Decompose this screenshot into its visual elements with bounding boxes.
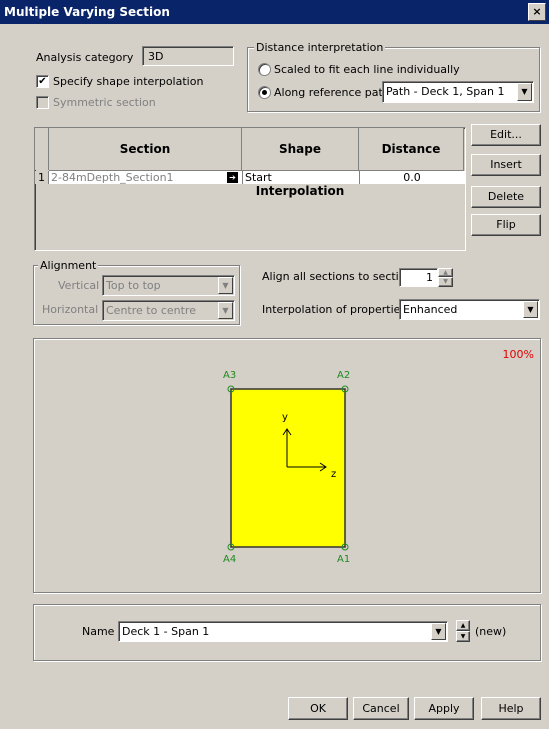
grid-corner: [35, 128, 49, 170]
horizontal-label: Horizontal: [42, 303, 99, 316]
chevron-down-icon[interactable]: ▼: [523, 301, 538, 318]
name-label: Name: [82, 625, 115, 638]
shape-interpolation-label: Specify shape interpolation: [53, 75, 204, 88]
delete-button[interactable]: Delete: [471, 186, 541, 208]
help-button[interactable]: Help: [481, 697, 541, 720]
shape-interpolation-checkbox[interactable]: ✔: [36, 75, 49, 88]
distance-header[interactable]: Distance: [359, 128, 464, 171]
distance-interpretation-title: Distance interpretation: [254, 41, 386, 54]
align-all-label: Align all sections to section: [262, 270, 413, 283]
col-divider: [242, 171, 243, 184]
label-a4: A4: [223, 554, 237, 565]
chevron-down-icon[interactable]: ▼: [431, 623, 446, 640]
table-row[interactable]: 1 2-84mDepth_Section1 ➔ Start 0.0: [35, 171, 465, 184]
spin-down-icon[interactable]: ▼: [438, 277, 453, 287]
section-picker-icon[interactable]: ➔: [227, 172, 238, 183]
label-a1: A1: [337, 554, 351, 565]
close-icon[interactable]: ×: [528, 3, 546, 21]
row-interp[interactable]: Start: [245, 171, 272, 184]
title-bar: Multiple Varying Section ×: [0, 0, 549, 24]
section-preview: [227, 385, 349, 551]
along-path-label: Along reference path: [274, 86, 390, 99]
row-distance[interactable]: 0.0: [360, 171, 464, 184]
preview-panel: 100% A3 A2 A4 A1 y z: [33, 338, 541, 593]
interp-props-dropdown[interactable]: Enhanced ▼: [399, 299, 540, 320]
apply-button[interactable]: Apply: [414, 697, 474, 720]
chevron-down-icon[interactable]: ▼: [218, 302, 233, 319]
label-a2: A2: [337, 370, 351, 381]
name-spinner[interactable]: ▲ ▼: [456, 620, 470, 642]
vertical-label: Vertical: [58, 279, 100, 292]
axis-y-label: y: [282, 412, 288, 423]
section-shape: [230, 388, 346, 548]
align-all-spinner[interactable]: ▲ ▼: [438, 268, 453, 287]
row-section[interactable]: 2-84mDepth_Section1: [51, 171, 174, 184]
spin-up-icon[interactable]: ▲: [438, 268, 453, 277]
scaled-radio[interactable]: [258, 63, 271, 76]
symmetric-section-label: Symmetric section: [53, 96, 156, 109]
along-path-radio[interactable]: [258, 86, 271, 99]
cancel-button[interactable]: Cancel: [353, 697, 409, 720]
shape-interpolation-header[interactable]: Shape Interpolation: [242, 128, 359, 198]
analysis-category-label: Analysis category: [36, 51, 134, 64]
horizontal-dropdown[interactable]: Centre to centre ▼: [102, 300, 235, 321]
label-a3: A3: [223, 370, 237, 381]
scaled-label: Scaled to fit each line individually: [274, 63, 460, 76]
name-dropdown[interactable]: Deck 1 - Span 1 ▼: [118, 621, 448, 642]
flip-button[interactable]: Flip: [471, 214, 541, 236]
reference-path-dropdown[interactable]: Path - Deck 1, Span 1 ▼: [382, 81, 534, 103]
name-status: (new): [475, 625, 507, 638]
symmetric-section-checkbox[interactable]: [36, 96, 49, 109]
row-number: 1: [35, 171, 49, 184]
spin-up-icon[interactable]: ▲: [456, 620, 470, 631]
edit-button[interactable]: Edit...: [471, 124, 541, 146]
align-all-input[interactable]: 1: [399, 268, 438, 287]
vertical-dropdown[interactable]: Top to top ▼: [102, 275, 235, 296]
ok-button[interactable]: OK: [288, 697, 348, 720]
chevron-down-icon[interactable]: ▼: [517, 83, 532, 101]
spin-down-icon[interactable]: ▼: [456, 631, 470, 642]
interp-props-label: Interpolation of properties: [262, 303, 407, 316]
sections-grid[interactable]: Section Shape Interpolation Distance 1 2…: [34, 127, 466, 251]
chevron-down-icon[interactable]: ▼: [218, 277, 233, 294]
alignment-title: Alignment: [38, 259, 99, 272]
alignment-group: Alignment Vertical Top to top ▼ Horizont…: [33, 259, 240, 325]
section-header[interactable]: Section: [49, 128, 242, 171]
insert-button[interactable]: Insert: [471, 154, 541, 176]
name-panel: Name Deck 1 - Span 1 ▼ ▲ ▼ (new): [33, 604, 541, 661]
analysis-category-field: 3D: [142, 46, 234, 66]
distance-interpretation-group: Distance interpretation Scaled to fit ea…: [247, 41, 540, 112]
axis-z-label: z: [331, 469, 337, 480]
window-title: Multiple Varying Section: [4, 5, 170, 19]
